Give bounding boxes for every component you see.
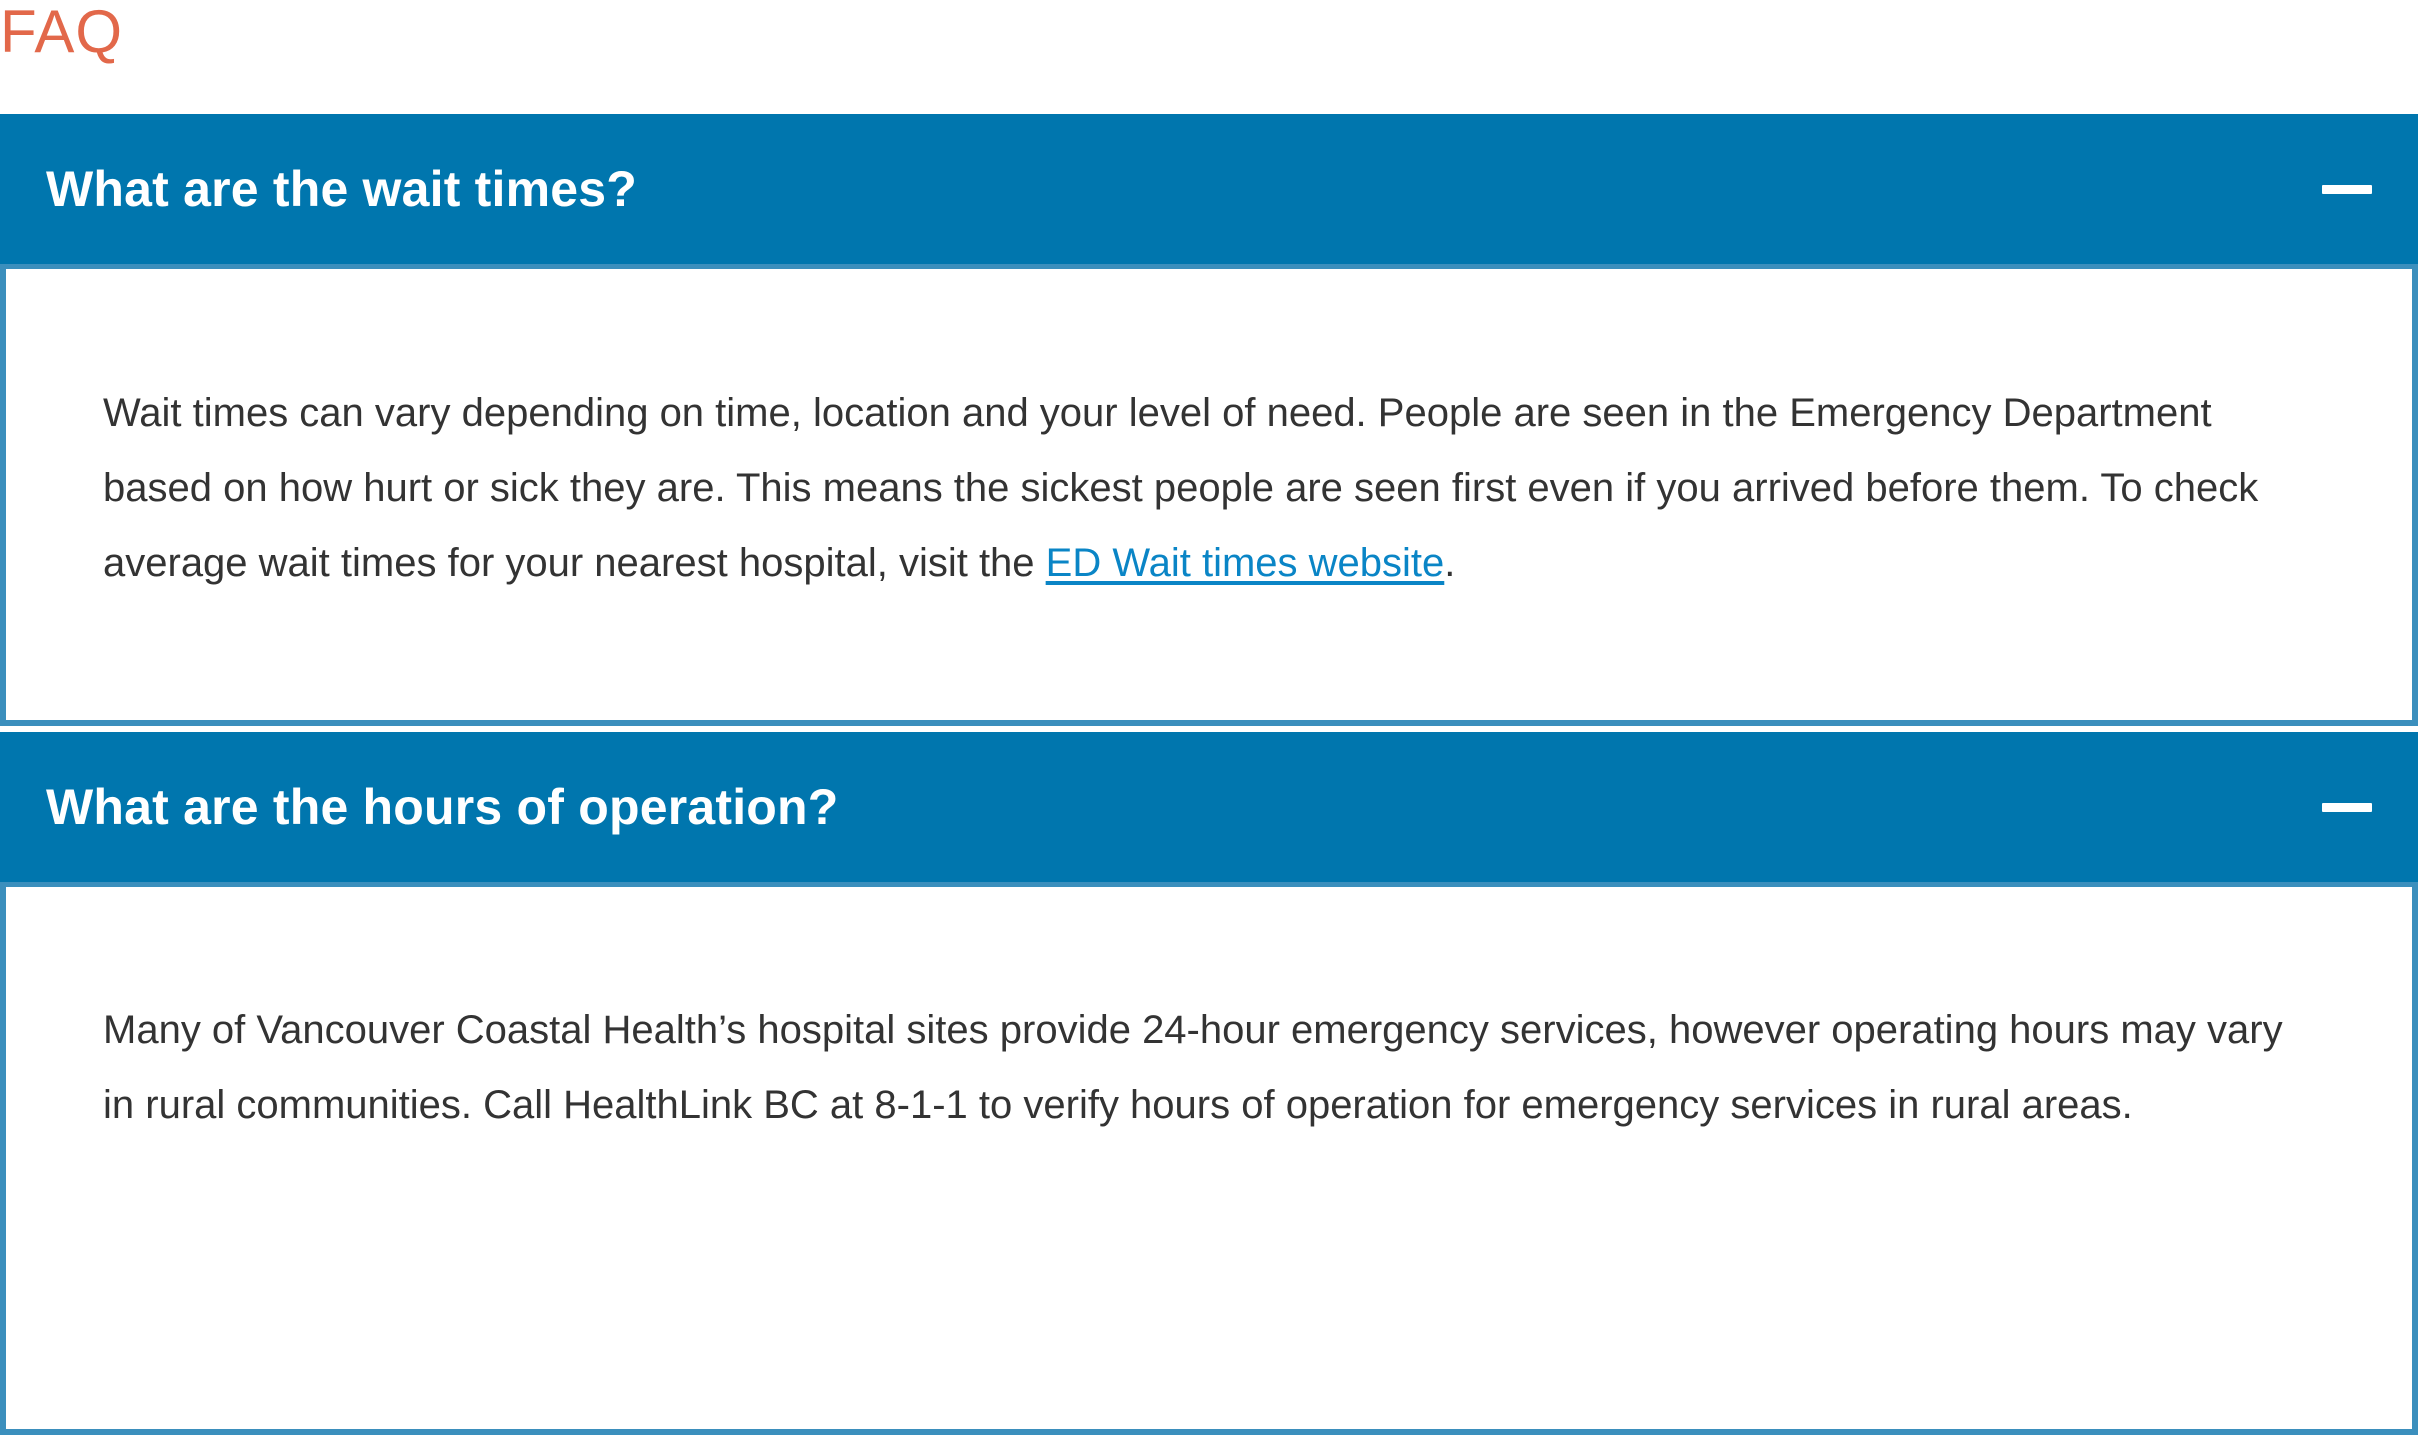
faq-item-wait-times: What are the wait times? Wait times can …	[0, 114, 2418, 726]
faq-answer-panel: Many of Vancouver Coastal Health’s hospi…	[0, 882, 2418, 1435]
minus-icon[interactable]	[2322, 802, 2372, 812]
faq-question: What are the hours of operation?	[46, 779, 839, 835]
minus-icon[interactable]	[2322, 184, 2372, 194]
faq-question-header[interactable]: What are the wait times?	[0, 114, 2418, 264]
faq-heading: FAQ	[0, 0, 124, 65]
faq-page: FAQ What are the wait times? Wait times …	[0, 0, 2418, 1437]
faq-item-hours: What are the hours of operation? Many of…	[0, 732, 2418, 1435]
faq-answer-punctuation: .	[1444, 541, 1456, 585]
faq-question: What are the wait times?	[46, 161, 638, 217]
faq-answer-panel: Wait times can vary depending on time, l…	[0, 264, 2418, 726]
faq-answer: Wait times can vary depending on time, l…	[103, 376, 2316, 601]
ed-wait-times-link[interactable]: ED Wait times website	[1046, 541, 1445, 585]
faq-question-header[interactable]: What are the hours of operation?	[0, 732, 2418, 882]
faq-answer: Many of Vancouver Coastal Health’s hospi…	[103, 1008, 2283, 1127]
